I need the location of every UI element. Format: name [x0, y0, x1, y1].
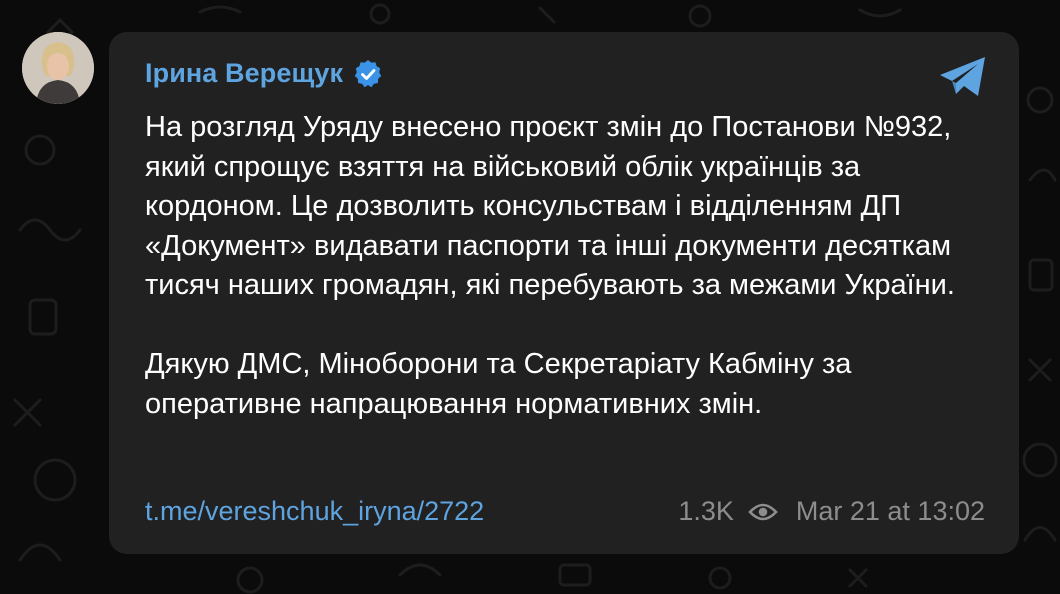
verified-badge-icon [354, 59, 382, 87]
post-meta: 1.3K Mar 21 at 13:02 [678, 496, 985, 527]
view-count: 1.3K [678, 496, 734, 526]
message-text: На розгляд Уряду внесено проєкт змін до … [145, 108, 995, 424]
telegram-send-icon[interactable] [937, 54, 989, 100]
author-avatar-image [22, 32, 94, 104]
author-avatar[interactable] [22, 32, 94, 104]
message-paragraph-1: На розгляд Уряду внесено проєкт змін до … [145, 111, 955, 301]
eye-icon [748, 503, 778, 520]
author-name[interactable]: Ірина Верещук [145, 58, 343, 89]
author-header: Ірина Верещук [145, 58, 383, 89]
post-link[interactable]: t.me/vereshchuk_iryna/2722 [145, 496, 484, 527]
message-paragraph-2: Дякую ДМС, Міноборони та Секретаріату Ка… [145, 348, 852, 420]
message-bubble: Ірина Верещук На розгляд Уряду внесено п… [109, 32, 1019, 554]
post-timestamp: Mar 21 at 13:02 [795, 496, 985, 526]
